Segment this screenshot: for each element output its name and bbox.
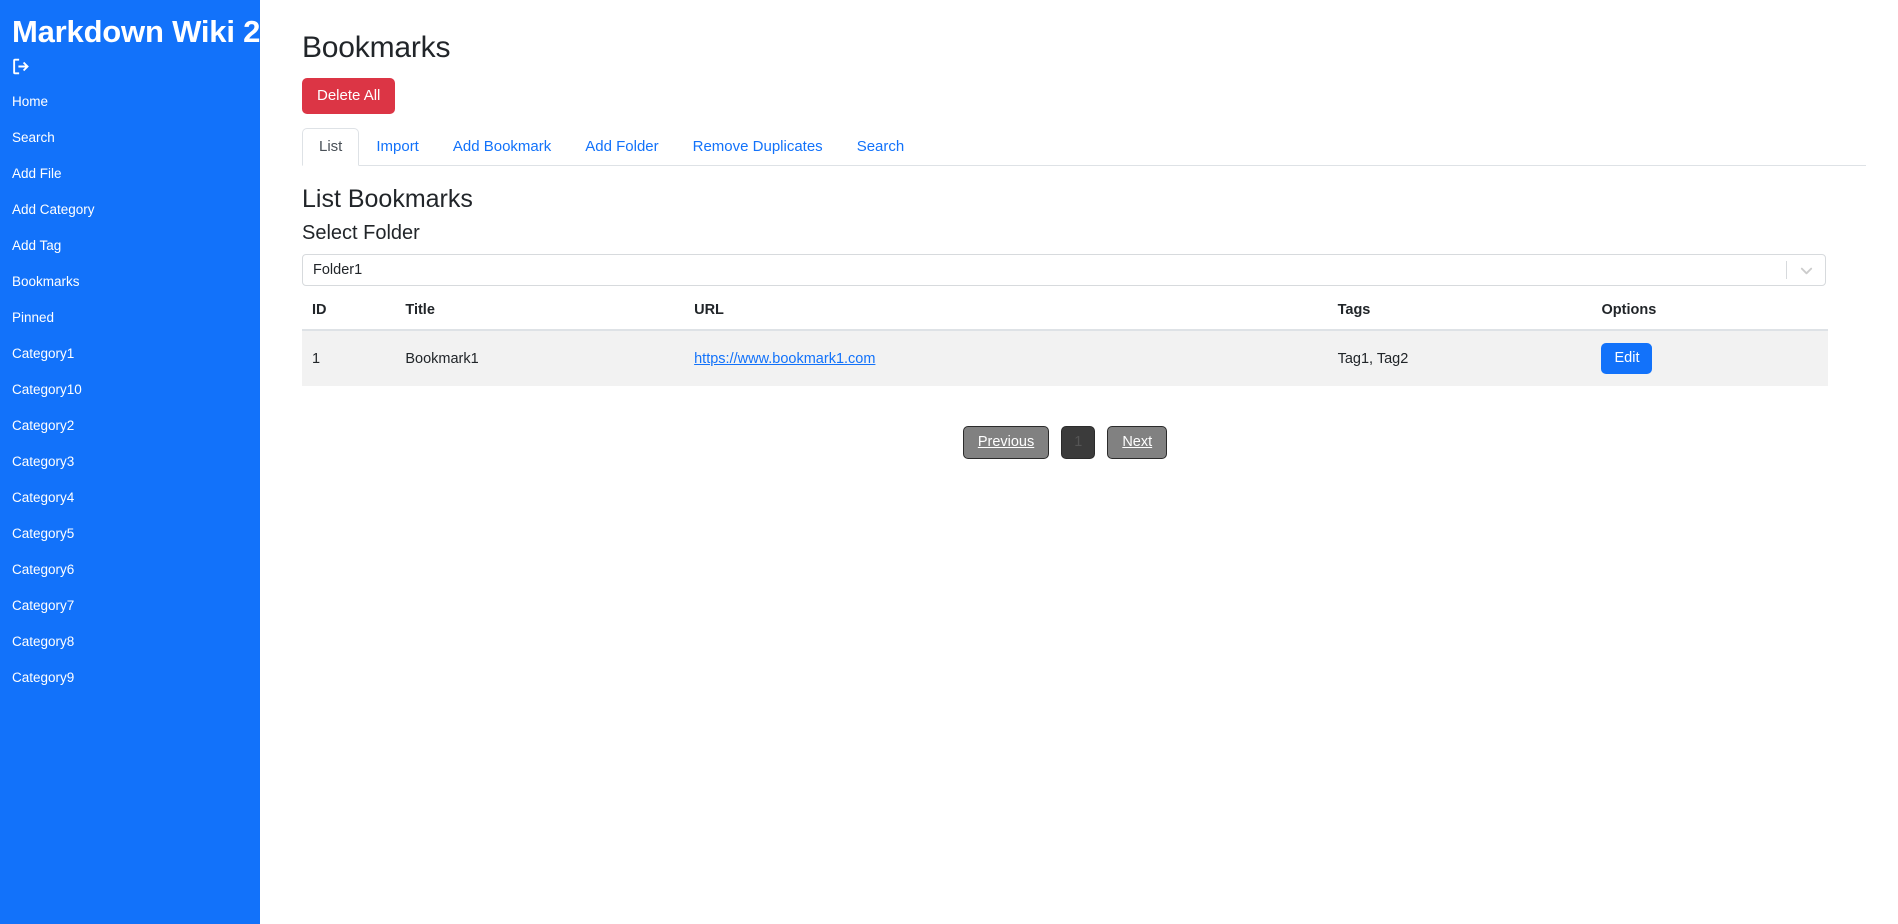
tab-search[interactable]: Search xyxy=(840,128,922,166)
sidebar-item-home[interactable]: Home xyxy=(0,84,260,120)
column-header-options: Options xyxy=(1591,301,1828,331)
table-body: 1 Bookmark1 https://www.bookmark1.com Ta… xyxy=(302,330,1828,386)
cell-tags: Tag1, Tag2 xyxy=(1337,350,1409,367)
pagination: Previous 1 Next xyxy=(302,426,1828,459)
sign-out-icon[interactable] xyxy=(12,57,31,81)
sidebar-item-category5[interactable]: Category5 xyxy=(0,516,260,552)
column-header-title: Title xyxy=(395,301,685,331)
tab-remove-duplicates[interactable]: Remove Duplicates xyxy=(676,128,840,166)
sidebar-item-category7[interactable]: Category7 xyxy=(0,588,260,624)
pagination-previous-button[interactable]: Previous xyxy=(962,426,1050,459)
table-header-row: ID Title URL Tags Options xyxy=(302,301,1828,331)
select-folder-label: Select Folder xyxy=(302,222,420,244)
delete-all-button[interactable]: Delete All xyxy=(302,78,396,114)
column-header-url: URL xyxy=(684,301,1328,331)
cell-url: https://www.bookmark1.com xyxy=(684,330,1328,386)
logout-button[interactable] xyxy=(0,50,260,84)
sidebar-item-bookmarks[interactable]: Bookmarks xyxy=(0,264,260,300)
sidebar-item-category3[interactable]: Category3 xyxy=(0,444,260,480)
sidebar-nav-list: Home Search Add File Add Category Add Ta… xyxy=(0,84,260,696)
cell-id: 1 xyxy=(312,350,321,367)
sidebar-title: Markdown Wiki 2 xyxy=(12,14,260,49)
table-row: 1 Bookmark1 https://www.bookmark1.com Ta… xyxy=(302,330,1828,386)
sidebar-item-category2[interactable]: Category2 xyxy=(0,408,260,444)
sidebar-item-add-file[interactable]: Add File xyxy=(0,156,260,192)
pagination-next-button[interactable]: Next xyxy=(1107,426,1168,459)
table-header: ID Title URL Tags Options xyxy=(302,301,1828,331)
sidebar-item-pinned[interactable]: Pinned xyxy=(0,300,260,336)
sidebar-item-category8[interactable]: Category8 xyxy=(0,624,260,660)
bookmarks-table: ID Title URL Tags Options 1 Bookmark1 ht… xyxy=(302,301,1828,386)
tab-bar: List Import Add Bookmark Add Folder Remo… xyxy=(302,128,1866,166)
sidebar-item-category9[interactable]: Category9 xyxy=(0,660,260,696)
cell-options: Edit xyxy=(1591,330,1828,386)
folder-select-value: Folder1 xyxy=(313,262,363,278)
sidebar-item-add-category[interactable]: Add Category xyxy=(0,192,260,228)
bookmark-url-link[interactable]: https://www.bookmark1.com xyxy=(694,351,875,367)
pagination-current-page: 1 xyxy=(1061,426,1096,459)
section-heading: List Bookmarks xyxy=(302,185,473,213)
app-root: Markdown Wiki 2 Home Search Add File Add… xyxy=(0,0,1898,924)
chevron-down-icon[interactable] xyxy=(1799,255,1814,285)
sidebar: Markdown Wiki 2 Home Search Add File Add… xyxy=(0,0,260,924)
tab-add-folder[interactable]: Add Folder xyxy=(568,128,675,166)
tab-list[interactable]: List xyxy=(302,128,360,166)
tab-import[interactable]: Import xyxy=(359,128,436,166)
folder-select[interactable]: Folder1 xyxy=(302,254,1826,286)
sidebar-item-category10[interactable]: Category10 xyxy=(0,372,260,408)
page-title: Bookmarks xyxy=(302,31,451,64)
main-content: Bookmarks Delete All List Import Add Boo… xyxy=(260,0,1898,924)
sidebar-item-search[interactable]: Search xyxy=(0,120,260,156)
tab-add-bookmark[interactable]: Add Bookmark xyxy=(436,128,568,166)
column-header-id: ID xyxy=(302,301,396,331)
folder-select-separator xyxy=(1786,261,1787,279)
column-header-tags: Tags xyxy=(1327,301,1592,331)
edit-button[interactable]: Edit xyxy=(1601,343,1653,374)
sidebar-item-category6[interactable]: Category6 xyxy=(0,552,260,588)
sidebar-item-category4[interactable]: Category4 xyxy=(0,480,260,516)
sidebar-item-category1[interactable]: Category1 xyxy=(0,336,260,372)
sidebar-item-add-tag[interactable]: Add Tag xyxy=(0,228,260,264)
cell-title: Bookmark1 xyxy=(405,350,479,367)
